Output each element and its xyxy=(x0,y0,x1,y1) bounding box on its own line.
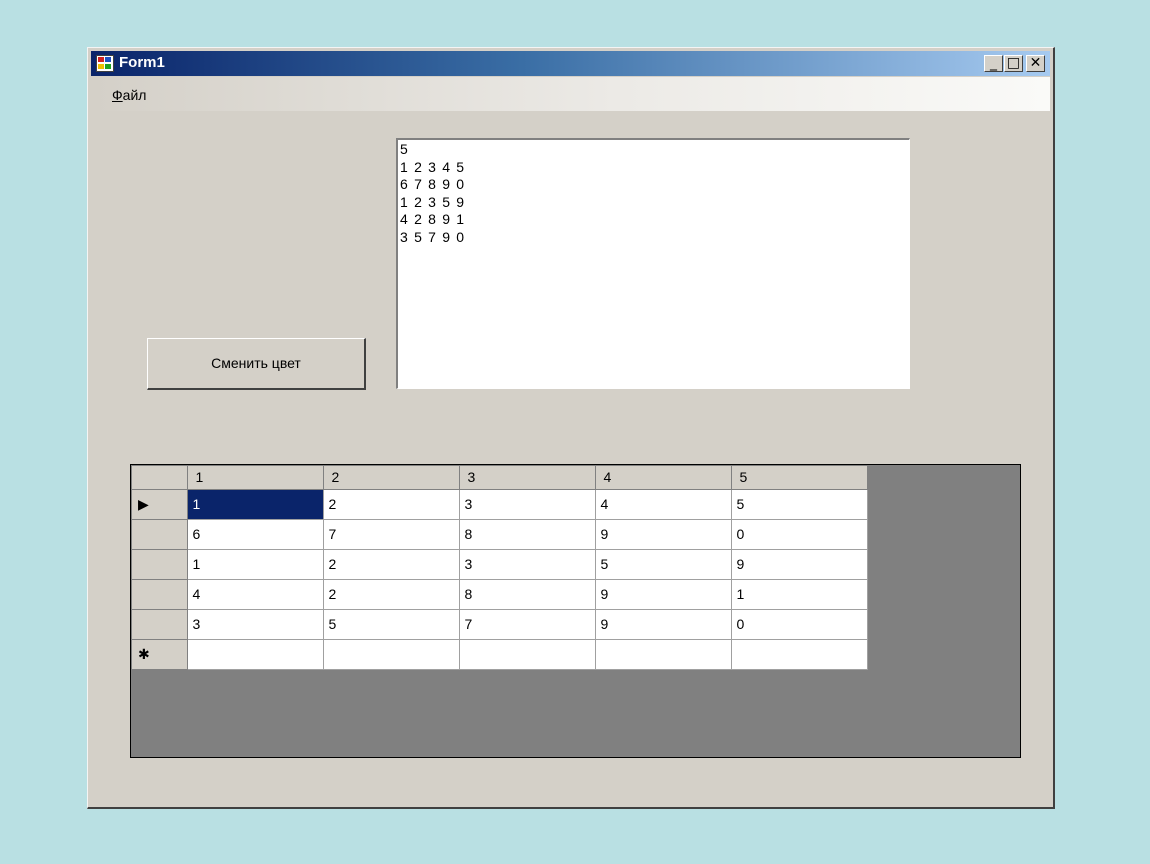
grid-cell-new[interactable] xyxy=(459,639,596,670)
textbox-line: 1 2 3 4 5 xyxy=(400,158,466,175)
table-row: 1 2 3 5 9 xyxy=(132,549,868,580)
grid-cell[interactable]: 1 xyxy=(187,549,324,580)
textbox-line: 5 xyxy=(400,141,409,157)
grid-cell[interactable]: 5 xyxy=(731,489,868,520)
grid-cell[interactable]: 6 xyxy=(187,519,324,550)
grid-cell[interactable]: 3 xyxy=(187,609,324,640)
form1-window: Form1 _ □ ✕ Файл Сменить цвет 5 1 2 3 4 … xyxy=(87,47,1055,809)
grid-cell[interactable]: 7 xyxy=(459,609,596,640)
maximize-button[interactable]: □ xyxy=(1004,55,1023,72)
grid-cell-new[interactable] xyxy=(323,639,460,670)
table-row: 4 2 8 9 1 xyxy=(132,579,868,610)
grid-cell[interactable]: 5 xyxy=(323,609,460,640)
grid-cell[interactable]: 0 xyxy=(731,609,868,640)
row-header[interactable] xyxy=(132,579,188,610)
grid-cell[interactable]: 9 xyxy=(595,519,732,550)
menu-file-accelerator: Ф xyxy=(112,87,123,103)
minimize-button[interactable]: _ xyxy=(984,55,1003,72)
column-header-1[interactable]: 1 xyxy=(187,466,324,490)
grid-cell-selected[interactable]: 1 xyxy=(187,489,324,520)
textbox-line: 3 5 7 9 0 xyxy=(400,228,466,245)
column-header-2[interactable]: 2 xyxy=(323,466,460,490)
column-header-3[interactable]: 3 xyxy=(459,466,596,490)
row-header[interactable] xyxy=(132,519,188,550)
close-button[interactable]: ✕ xyxy=(1026,55,1045,72)
column-header-5[interactable]: 5 xyxy=(731,466,868,490)
grid-cell[interactable]: 2 xyxy=(323,489,460,520)
table-row: 3 5 7 9 0 xyxy=(132,609,868,640)
menu-file-label: айл xyxy=(122,87,147,103)
grid-cell[interactable]: 7 xyxy=(323,519,460,550)
grid-cell[interactable]: 9 xyxy=(731,549,868,580)
grid-cell[interactable]: 8 xyxy=(459,519,596,550)
grid-table: 1 2 3 4 5 ▶ 1 2 3 4 5 6 7 8 9 0 1 2 3 5 … xyxy=(132,466,868,670)
textbox-line: 4 2 8 9 1 xyxy=(400,211,466,228)
textbox-line: 1 2 3 5 9 xyxy=(400,193,466,210)
grid-cell[interactable]: 4 xyxy=(595,489,732,520)
grid-cell[interactable]: 2 xyxy=(323,579,460,610)
row-header[interactable] xyxy=(132,549,188,580)
grid-cell[interactable]: 5 xyxy=(595,549,732,580)
grid-cell-new[interactable] xyxy=(731,639,868,670)
column-header-4[interactable]: 4 xyxy=(595,466,732,490)
current-row-indicator-icon[interactable]: ▶ xyxy=(132,489,188,520)
grid-cell[interactable]: 0 xyxy=(731,519,868,550)
grid-cell[interactable]: 1 xyxy=(731,579,868,610)
grid-cell[interactable]: 3 xyxy=(459,549,596,580)
grid-cell[interactable]: 9 xyxy=(595,579,732,610)
grid-header-row: 1 2 3 4 5 xyxy=(132,466,868,490)
grid-cell-new[interactable] xyxy=(187,639,324,670)
grid-cell-new[interactable] xyxy=(595,639,732,670)
new-row-asterisk-icon[interactable]: ✱ xyxy=(132,639,188,670)
grid-cell[interactable]: 8 xyxy=(459,579,596,610)
data-grid-view[interactable]: 1 2 3 4 5 ▶ 1 2 3 4 5 6 7 8 9 0 1 2 3 5 … xyxy=(130,464,1021,758)
grid-cell[interactable]: 4 xyxy=(187,579,324,610)
app-icon[interactable] xyxy=(96,55,114,72)
grid-cell[interactable]: 3 xyxy=(459,489,596,520)
row-header[interactable] xyxy=(132,609,188,640)
new-row: ✱ xyxy=(132,639,868,670)
grid-corner-header[interactable] xyxy=(132,466,188,490)
textbox-line: 6 7 8 9 0 xyxy=(400,176,466,193)
grid-cell[interactable]: 2 xyxy=(323,549,460,580)
change-color-button[interactable]: Сменить цвет xyxy=(147,338,366,390)
table-row: ▶ 1 2 3 4 5 xyxy=(132,489,868,520)
menu-file[interactable]: Файл xyxy=(112,87,146,103)
menu-bar: Файл xyxy=(91,77,1050,111)
table-row: 6 7 8 9 0 xyxy=(132,519,868,550)
matrix-textbox[interactable]: 5 1 2 3 4 5 6 7 8 9 0 1 2 3 5 9 4 2 8 9 … xyxy=(396,138,910,389)
window-title: Form1 xyxy=(119,54,165,71)
title-bar[interactable]: Form1 _ □ ✕ xyxy=(91,51,1050,76)
grid-cell[interactable]: 9 xyxy=(595,609,732,640)
